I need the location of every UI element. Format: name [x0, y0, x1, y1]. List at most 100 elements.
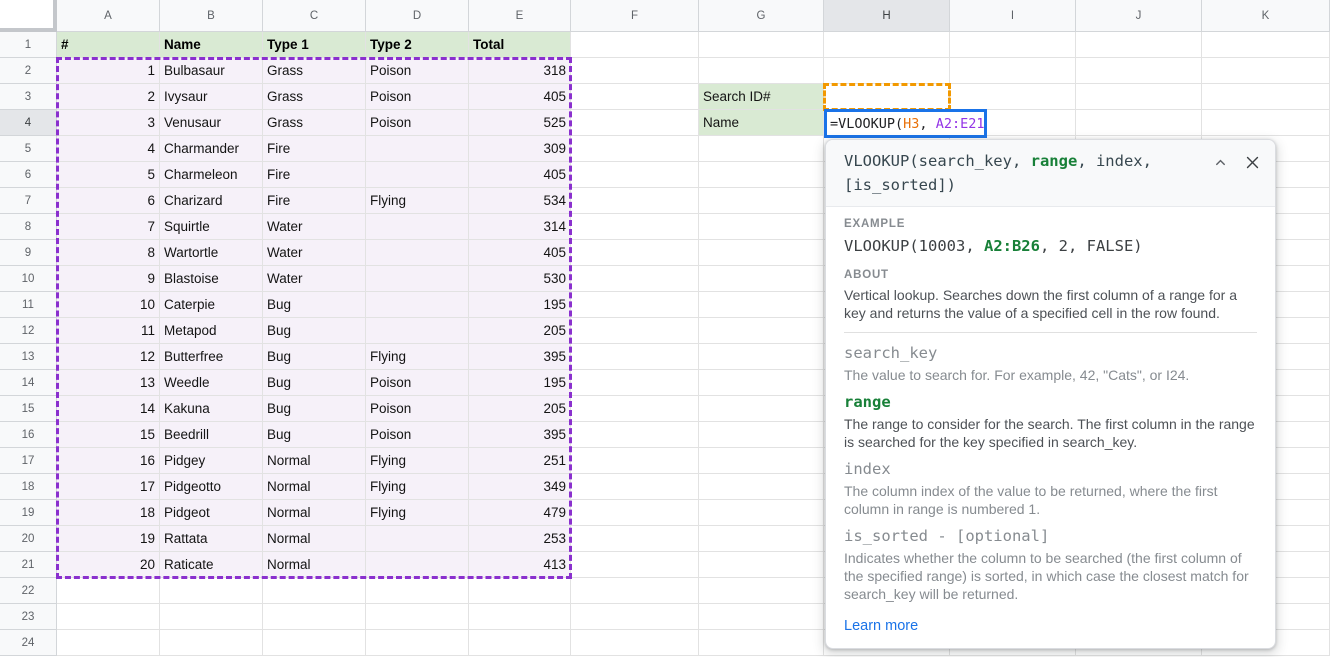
row-header-24[interactable]: 24	[0, 630, 57, 656]
cell-A9[interactable]: 8	[57, 240, 160, 266]
cell-H1[interactable]	[824, 32, 950, 58]
cell-E21[interactable]: 413	[469, 552, 571, 578]
cell-G19[interactable]	[699, 500, 824, 526]
cell-F4[interactable]	[571, 110, 699, 136]
cell-F23[interactable]	[571, 604, 699, 630]
cell-G10[interactable]	[699, 266, 824, 292]
cell-C11[interactable]: Bug	[263, 292, 366, 318]
cell-C22[interactable]	[263, 578, 366, 604]
cell-B18[interactable]: Pidgeotto	[160, 474, 263, 500]
cell-E3[interactable]: 405	[469, 84, 571, 110]
cell-E9[interactable]: 405	[469, 240, 571, 266]
cell-D8[interactable]	[366, 214, 469, 240]
cell-G23[interactable]	[699, 604, 824, 630]
cell-F12[interactable]	[571, 318, 699, 344]
cell-H3[interactable]	[824, 84, 950, 110]
cell-G20[interactable]	[699, 526, 824, 552]
cell-E18[interactable]: 349	[469, 474, 571, 500]
column-header-J[interactable]: J	[1076, 0, 1202, 32]
cell-F11[interactable]	[571, 292, 699, 318]
cell-K4[interactable]	[1202, 110, 1330, 136]
row-header-15[interactable]: 15	[0, 396, 57, 422]
cell-F3[interactable]	[571, 84, 699, 110]
cell-A7[interactable]: 6	[57, 188, 160, 214]
cell-D17[interactable]: Flying	[366, 448, 469, 474]
cell-C13[interactable]: Bug	[263, 344, 366, 370]
cell-C6[interactable]: Fire	[263, 162, 366, 188]
row-header-1[interactable]: 1	[0, 32, 57, 58]
cell-B4[interactable]: Venusaur	[160, 110, 263, 136]
cell-A8[interactable]: 7	[57, 214, 160, 240]
cell-C1[interactable]: Type 1	[263, 32, 366, 58]
cell-C9[interactable]: Water	[263, 240, 366, 266]
cell-E23[interactable]	[469, 604, 571, 630]
cell-C5[interactable]: Fire	[263, 136, 366, 162]
cell-C2[interactable]: Grass	[263, 58, 366, 84]
cell-G12[interactable]	[699, 318, 824, 344]
cell-F18[interactable]	[571, 474, 699, 500]
cell-C14[interactable]: Bug	[263, 370, 366, 396]
cell-K3[interactable]	[1202, 84, 1330, 110]
cell-F7[interactable]	[571, 188, 699, 214]
cell-E14[interactable]: 195	[469, 370, 571, 396]
cell-A6[interactable]: 5	[57, 162, 160, 188]
cell-G13[interactable]	[699, 344, 824, 370]
cell-J4[interactable]	[1076, 110, 1202, 136]
cell-G11[interactable]	[699, 292, 824, 318]
cell-D16[interactable]: Poison	[366, 422, 469, 448]
row-header-12[interactable]: 12	[0, 318, 57, 344]
row-header-10[interactable]: 10	[0, 266, 57, 292]
cell-D14[interactable]: Poison	[366, 370, 469, 396]
cell-D23[interactable]	[366, 604, 469, 630]
cell-D20[interactable]	[366, 526, 469, 552]
cell-C3[interactable]: Grass	[263, 84, 366, 110]
cell-I2[interactable]	[950, 58, 1076, 84]
cell-C16[interactable]: Bug	[263, 422, 366, 448]
close-icon[interactable]	[1244, 154, 1261, 171]
cell-B15[interactable]: Kakuna	[160, 396, 263, 422]
row-header-16[interactable]: 16	[0, 422, 57, 448]
cell-E11[interactable]: 195	[469, 292, 571, 318]
cell-G24[interactable]	[699, 630, 824, 656]
column-header-E[interactable]: E	[469, 0, 571, 32]
row-header-13[interactable]: 13	[0, 344, 57, 370]
cell-B8[interactable]: Squirtle	[160, 214, 263, 240]
cell-C23[interactable]	[263, 604, 366, 630]
row-header-14[interactable]: 14	[0, 370, 57, 396]
cell-C10[interactable]: Water	[263, 266, 366, 292]
cell-E22[interactable]	[469, 578, 571, 604]
cell-G4[interactable]: Name	[699, 110, 824, 136]
row-header-18[interactable]: 18	[0, 474, 57, 500]
cell-A12[interactable]: 11	[57, 318, 160, 344]
cell-F2[interactable]	[571, 58, 699, 84]
cell-B7[interactable]: Charizard	[160, 188, 263, 214]
cell-A20[interactable]: 19	[57, 526, 160, 552]
cell-J1[interactable]	[1076, 32, 1202, 58]
cell-F15[interactable]	[571, 396, 699, 422]
cell-I1[interactable]	[950, 32, 1076, 58]
cell-A16[interactable]: 15	[57, 422, 160, 448]
cell-D3[interactable]: Poison	[366, 84, 469, 110]
cell-G14[interactable]	[699, 370, 824, 396]
cell-A2[interactable]: 1	[57, 58, 160, 84]
cell-F6[interactable]	[571, 162, 699, 188]
cell-D10[interactable]	[366, 266, 469, 292]
cell-A5[interactable]: 4	[57, 136, 160, 162]
row-header-11[interactable]: 11	[0, 292, 57, 318]
cell-I3[interactable]	[950, 84, 1076, 110]
column-header-H[interactable]: H	[824, 0, 950, 32]
cell-C7[interactable]: Fire	[263, 188, 366, 214]
cell-C15[interactable]: Bug	[263, 396, 366, 422]
column-header-G[interactable]: G	[699, 0, 824, 32]
cell-D4[interactable]: Poison	[366, 110, 469, 136]
cell-F14[interactable]	[571, 370, 699, 396]
cell-F10[interactable]	[571, 266, 699, 292]
cell-E10[interactable]: 530	[469, 266, 571, 292]
row-header-4[interactable]: 4	[0, 110, 57, 136]
cell-A17[interactable]: 16	[57, 448, 160, 474]
row-header-3[interactable]: 3	[0, 84, 57, 110]
cell-G21[interactable]	[699, 552, 824, 578]
cell-D1[interactable]: Type 2	[366, 32, 469, 58]
cell-C4[interactable]: Grass	[263, 110, 366, 136]
cell-A15[interactable]: 14	[57, 396, 160, 422]
